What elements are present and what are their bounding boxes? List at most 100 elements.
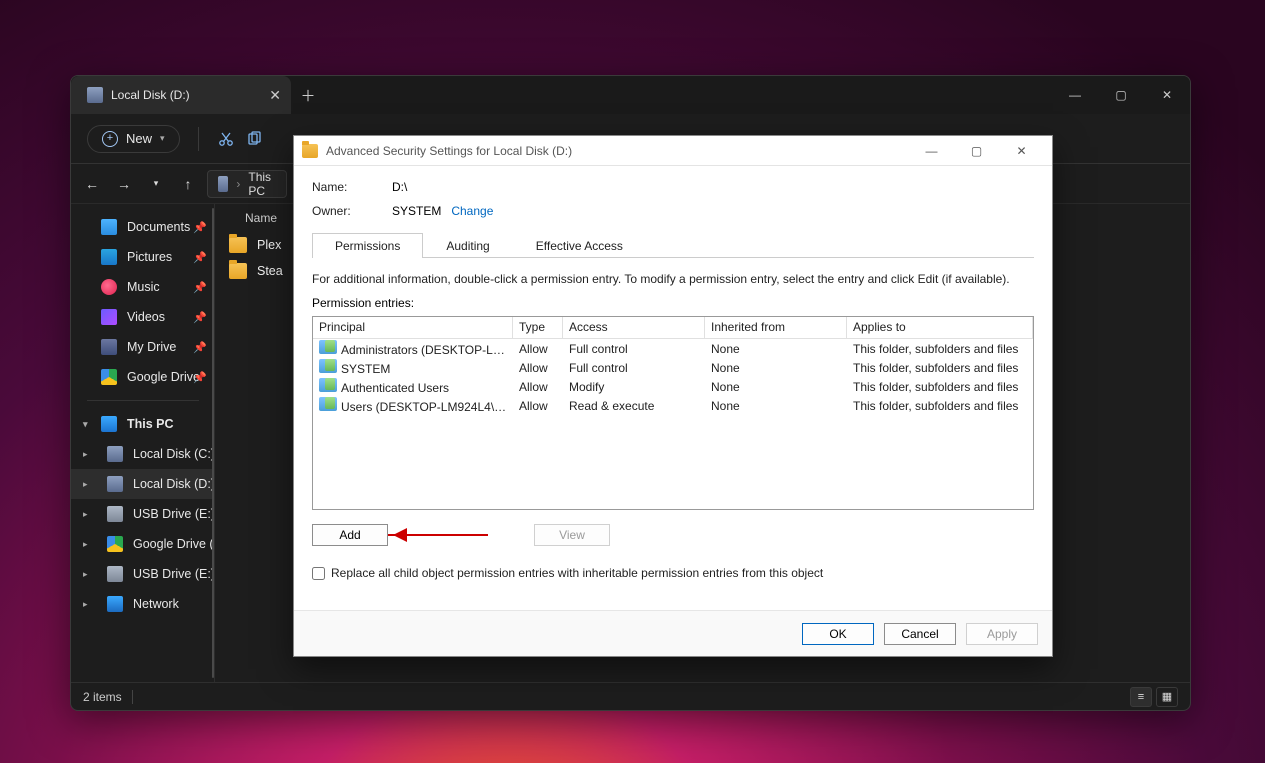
col-principal[interactable]: Principal <box>313 317 513 338</box>
pin-icon[interactable]: 📌 <box>193 251 207 264</box>
replace-checkbox[interactable] <box>312 567 325 580</box>
chevron-right-icon[interactable]: ▸ <box>83 539 88 550</box>
nav-forward-icon[interactable]: → <box>111 171 137 197</box>
security-dialog: Advanced Security Settings for Local Dis… <box>293 135 1053 657</box>
this-pc-label: This PC <box>127 417 174 431</box>
address-bar[interactable]: › This PC <box>207 170 287 198</box>
folder-name: Plex <box>257 238 281 252</box>
folder-name: Stea <box>257 264 283 278</box>
sidebar-network[interactable]: ▸ Network <box>71 589 215 619</box>
pin-icon[interactable]: 📌 <box>193 311 207 324</box>
sidebar-drive-item[interactable]: ▸Local Disk (D:) <box>71 469 215 499</box>
col-access[interactable]: Access <box>563 317 705 338</box>
tab-effective-access[interactable]: Effective Access <box>513 233 646 258</box>
sidebar-quick-item[interactable]: Pictures 📌 <box>71 242 215 272</box>
tab-permissions[interactable]: Permissions <box>312 233 423 258</box>
cut-icon[interactable] <box>217 130 235 148</box>
item-icon <box>101 249 117 265</box>
chevron-down-icon: ▾ <box>160 133 165 144</box>
info-text: For additional information, double-click… <box>312 272 1034 286</box>
sidebar-quick-item[interactable]: My Drive📌 <box>71 332 215 362</box>
cell-type: Allow <box>513 396 563 416</box>
nav-back-icon[interactable]: ← <box>79 171 105 197</box>
ok-button[interactable]: OK <box>802 623 874 645</box>
cell-type: Allow <box>513 339 563 359</box>
owner-value: SYSTEM <box>392 204 441 218</box>
dialog-footer: OK Cancel Apply <box>294 610 1052 656</box>
explorer-sidebar: Documents📌Pictures📌Music📌Videos📌My Drive… <box>71 204 215 682</box>
chevron-right-icon[interactable]: ▸ <box>83 569 88 580</box>
dialog-titlebar[interactable]: Advanced Security Settings for Local Dis… <box>294 136 1052 166</box>
apply-button[interactable]: Apply <box>966 623 1038 645</box>
cell-principal: Users (DESKTOP-LM924L4\Users) <box>313 394 513 417</box>
item-label: Pictures <box>127 250 172 264</box>
col-inherited[interactable]: Inherited from <box>705 317 847 338</box>
drive-icon <box>107 566 123 582</box>
sidebar-quick-item[interactable]: Music📌 <box>71 272 215 302</box>
disk-icon <box>87 87 103 103</box>
new-tab-button[interactable]: ＋ <box>291 76 325 114</box>
close-button[interactable]: ✕ <box>1144 76 1190 114</box>
sidebar-drive-item[interactable]: ▸ Google Drive ( <box>71 529 215 559</box>
permission-table[interactable]: Principal Type Access Inherited from App… <box>312 316 1034 510</box>
pin-icon[interactable]: 📌 <box>193 371 207 384</box>
new-button[interactable]: + New ▾ <box>87 125 180 153</box>
sidebar-this-pc[interactable]: ▾ This PC <box>71 409 215 439</box>
chevron-down-icon[interactable]: ▾ <box>83 419 88 430</box>
cell-access: Full control <box>563 339 705 359</box>
sidebar-quick-item[interactable]: Google Drive📌 <box>71 362 215 392</box>
sidebar-drive-item[interactable]: ▸USB Drive (E:) <box>71 499 215 529</box>
cancel-button[interactable]: Cancel <box>884 623 956 645</box>
chevron-right-icon[interactable]: ▸ <box>83 449 88 460</box>
sidebar-drive-item[interactable]: ▸Local Disk (C:) <box>71 439 215 469</box>
sidebar-drive-item[interactable]: ▸USB Drive (E:) <box>71 559 215 589</box>
cell-access: Read & execute <box>563 396 705 416</box>
cell-inherited: None <box>705 377 847 397</box>
col-type[interactable]: Type <box>513 317 563 338</box>
drive-label: Google Drive ( <box>133 537 214 551</box>
users-icon <box>319 359 337 373</box>
cell-applies: This folder, subfolders and files <box>847 339 1033 359</box>
minimize-button[interactable]: — <box>1052 76 1098 114</box>
drive-icon <box>107 536 123 552</box>
add-button[interactable]: Add <box>312 524 388 546</box>
dialog-close-icon[interactable]: ✕ <box>999 136 1044 166</box>
item-label: Videos <box>127 310 165 324</box>
drive-icon <box>107 506 123 522</box>
pin-icon[interactable]: 📌 <box>193 221 207 234</box>
disk-icon <box>218 176 228 192</box>
dialog-minimize-icon[interactable]: — <box>909 136 954 166</box>
cell-inherited: None <box>705 339 847 359</box>
col-applies[interactable]: Applies to <box>847 317 1033 338</box>
sidebar-quick-item[interactable]: Videos 📌 <box>71 302 215 332</box>
tab-auditing[interactable]: Auditing <box>423 233 512 258</box>
chevron-right-icon[interactable]: ▸ <box>83 599 88 610</box>
permission-row[interactable]: Users (DESKTOP-LM924L4\Users)AllowRead &… <box>313 396 1033 415</box>
tab-close-icon[interactable]: ✕ <box>269 87 281 104</box>
view-button[interactable]: View <box>534 524 610 546</box>
drive-icon <box>107 446 123 462</box>
nav-up-icon[interactable]: ↑ <box>175 171 201 197</box>
explorer-tab[interactable]: Local Disk (D:) ✕ <box>71 76 291 114</box>
dialog-maximize-icon[interactable]: ▢ <box>954 136 999 166</box>
table-header: Principal Type Access Inherited from App… <box>313 317 1033 339</box>
sidebar-quick-item[interactable]: Documents📌 <box>71 212 215 242</box>
cell-applies: This folder, subfolders and files <box>847 377 1033 397</box>
replace-checkbox-row[interactable]: Replace all child object permission entr… <box>312 566 1034 580</box>
new-label: New <box>126 131 152 146</box>
chevron-right-icon[interactable]: ▸ <box>83 479 88 490</box>
pin-icon[interactable]: 📌 <box>193 341 207 354</box>
pc-icon <box>101 416 117 432</box>
copy-icon[interactable] <box>245 130 263 148</box>
view-large-icon[interactable]: ▦ <box>1156 687 1178 707</box>
cell-inherited: None <box>705 358 847 378</box>
maximize-button[interactable]: ▢ <box>1098 76 1144 114</box>
nav-recent-icon[interactable]: ▾ <box>143 171 169 197</box>
owner-change-link[interactable]: Change <box>451 204 493 218</box>
cell-inherited: None <box>705 396 847 416</box>
view-details-icon[interactable]: ≡ <box>1130 687 1152 707</box>
cell-type: Allow <box>513 358 563 378</box>
chevron-right-icon[interactable]: ▸ <box>83 509 88 520</box>
pin-icon[interactable]: 📌 <box>193 281 207 294</box>
tab-title: Local Disk (D:) <box>111 88 190 102</box>
